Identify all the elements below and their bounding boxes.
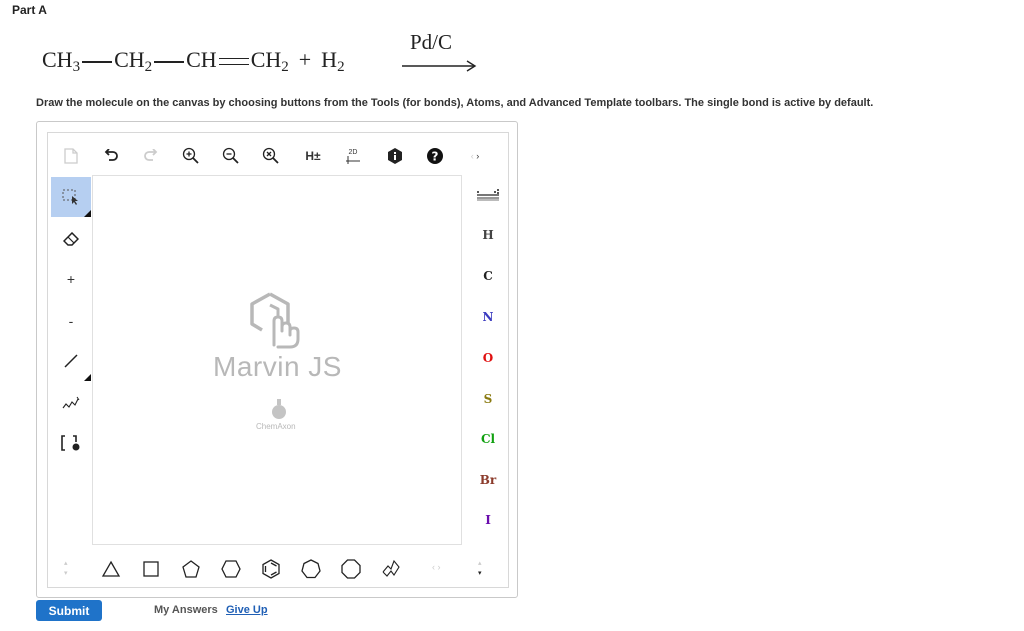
scroll-right-icon[interactable]: › [476,151,479,161]
cyclobutane-template-icon[interactable] [140,558,162,580]
methylene-group: CH [114,47,145,72]
instructions: Draw the molecule on the canvas by choos… [36,97,874,109]
atom-c-button[interactable]: C [476,264,500,288]
help-icon[interactable]: ? [422,143,448,169]
atom-h-button[interactable]: H [476,223,500,247]
scroll-left-icon[interactable]: ‹ [471,151,474,161]
methine-group: CH [186,47,217,72]
double-bond [218,58,249,66]
reaction-arrow-icon [402,60,477,72]
chemaxon-brand: ChemAxon [256,422,296,431]
charge-minus-icon[interactable]: - [51,301,91,341]
toolbar-scroll-arrows-icon[interactable]: ‹ › [462,143,488,169]
cycloheptane-template-icon[interactable] [300,558,322,580]
chair-cyclohexane-template-icon[interactable] [380,558,402,580]
single-bond-icon[interactable] [51,341,91,381]
charge-plus-icon[interactable]: + [51,259,91,299]
part-title: Part A [12,3,47,17]
clean-2d-icon[interactable]: 2D [340,143,366,169]
marvin-logo-icon [250,292,300,349]
single-bond [154,60,185,63]
atom-s-button[interactable]: S [476,387,500,411]
tools-toolbar: + - [48,177,92,547]
info-icon[interactable] [382,143,408,169]
cyclohexane-template-icon[interactable] [220,558,242,580]
chemaxon-flask-icon [272,399,286,419]
subscript: 2 [281,59,289,75]
marvin-watermark: Marvin JS [213,351,342,382]
periodic-table-icon[interactable] [476,183,500,207]
chain-icon[interactable] [51,383,91,423]
top-toolbar: H± 2D ? ‹ › [48,133,508,177]
atom-cl-button[interactable]: Cl [476,427,500,451]
zoom-out-icon[interactable] [218,143,244,169]
rectangle-select-icon[interactable] [51,177,91,217]
hydrogen: H [321,47,338,72]
s-group-bracket-icon[interactable] [51,423,91,463]
undo-icon[interactable] [98,143,124,169]
template-scroll-vertical-icon[interactable]: ▴ ▾ [64,559,68,579]
redo-icon[interactable] [138,143,164,169]
atoms-scroll-vertical-icon[interactable]: ▴ ▾ [478,559,482,579]
subscript: 3 [72,59,81,75]
single-bond [82,60,113,63]
zoom-reset-icon[interactable] [258,143,284,169]
atom-o-button[interactable]: O [476,346,500,370]
subscript: 2 [337,59,345,75]
reaction-equation: CH3 CH2 CH CH2 + H2 Pd/C [42,30,502,82]
atoms-toolbar: H C N O S Cl Br I [468,177,508,547]
reactants: CH3 CH2 CH CH2 + H2 [42,47,345,76]
cyclopropane-template-icon[interactable] [100,558,122,580]
implicit-hydrogens-icon[interactable]: H± [300,143,326,169]
atom-br-button[interactable]: Br [476,468,500,492]
submenu-indicator [84,374,91,381]
marvin-editor: H± 2D ? ‹ › + - Marvin JS ChemAxon H C N… [36,121,518,598]
editor-frame: H± 2D ? ‹ › + - Marvin JS ChemAxon H C N… [47,132,509,588]
catalyst-label: Pd/C [410,30,453,54]
subscript: 2 [144,59,153,75]
cyclopentane-template-icon[interactable] [180,558,202,580]
atom-i-button[interactable]: I [476,508,500,532]
terminal-methylene: CH [250,47,282,72]
zoom-in-icon[interactable] [178,143,204,169]
new-document-icon[interactable] [58,143,84,169]
submenu-indicator [84,210,91,217]
plus-sign: + [298,47,312,72]
clean-2d-label: 2D [348,148,358,156]
svg-text:?: ? [432,150,439,164]
eraser-icon[interactable] [51,219,91,259]
drawing-canvas[interactable]: Marvin JS ChemAxon [92,175,462,545]
my-answers-link[interactable]: My Answers [154,604,218,616]
methyl-group: CH [42,47,73,72]
templates-toolbar: ▴ ▾ ‹ › ▴ ▾ [48,549,508,589]
give-up-link[interactable]: Give Up [226,604,268,616]
submit-button[interactable]: Submit [36,600,102,621]
cyclooctane-template-icon[interactable] [340,558,362,580]
benzene-template-icon[interactable] [260,558,282,580]
atom-n-button[interactable]: N [476,305,500,329]
template-scroll-arrows-icon[interactable]: ‹ › [432,562,441,572]
